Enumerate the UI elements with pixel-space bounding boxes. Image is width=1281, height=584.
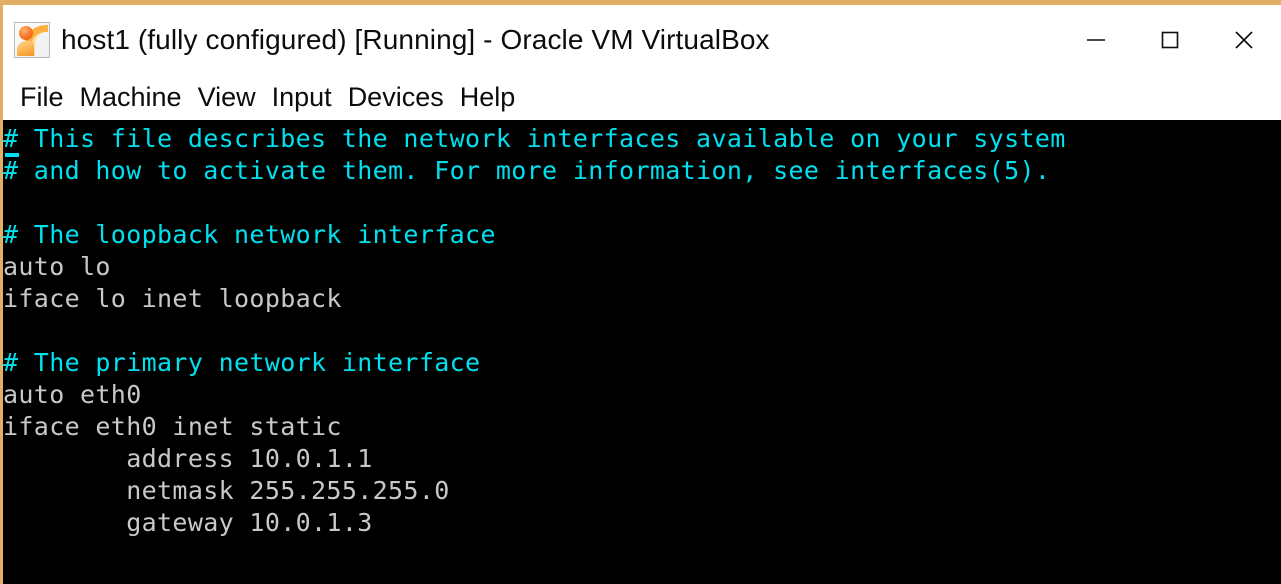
window-title: host1 (fully configured) [Running] - Ora… bbox=[61, 23, 770, 55]
terminal-line: netmask 255.255.255.0 bbox=[3, 476, 450, 505]
virtualbox-vm-window: host1 (fully configured) [Running] - Ora… bbox=[0, 0, 1281, 584]
menu-bar: File Machine View Input Devices Help bbox=[3, 74, 1281, 120]
menu-item-file[interactable]: File bbox=[12, 83, 72, 111]
menu-item-input[interactable]: Input bbox=[264, 83, 340, 111]
terminal-line: # The loopback network interface bbox=[3, 220, 496, 249]
close-icon bbox=[1235, 30, 1253, 49]
virtualbox-icon-body bbox=[17, 40, 34, 56]
terminal-line: # This file describes the network interf… bbox=[3, 124, 1066, 153]
terminal-line: # The primary network interface bbox=[3, 348, 481, 377]
terminal-line: # and how to activate them. For more inf… bbox=[3, 156, 1051, 185]
menu-item-view[interactable]: View bbox=[190, 83, 264, 111]
maximize-button[interactable] bbox=[1133, 5, 1207, 74]
menu-item-machine[interactable]: Machine bbox=[72, 83, 190, 111]
terminal-output: # This file describes the network interf… bbox=[3, 123, 1066, 539]
terminal-line: iface eth0 inet static bbox=[3, 412, 342, 441]
close-button[interactable] bbox=[1207, 5, 1281, 74]
minimize-icon bbox=[1087, 38, 1105, 41]
terminal-partial-glyph-text: ~ bbox=[6, 574, 20, 583]
terminal-line: iface lo inet loopback bbox=[3, 284, 342, 313]
menu-item-devices[interactable]: Devices bbox=[340, 83, 452, 111]
terminal-line: address 10.0.1.1 bbox=[3, 444, 373, 473]
terminal-partial-glyph: ~ bbox=[6, 574, 20, 583]
virtualbox-icon-head bbox=[19, 25, 33, 40]
menu-item-help[interactable]: Help bbox=[452, 83, 524, 111]
window-controls bbox=[1059, 5, 1281, 74]
title-bar[interactable]: host1 (fully configured) [Running] - Ora… bbox=[3, 5, 1281, 74]
terminal-line: auto lo bbox=[3, 252, 111, 281]
terminal-line: gateway 10.0.1.3 bbox=[3, 508, 373, 537]
guest-os-screen[interactable]: # This file describes the network interf… bbox=[3, 120, 1281, 584]
terminal-cursor bbox=[5, 153, 19, 157]
virtualbox-icon bbox=[14, 21, 50, 58]
maximize-icon bbox=[1161, 31, 1179, 48]
minimize-button[interactable] bbox=[1059, 5, 1133, 74]
terminal-line: auto eth0 bbox=[3, 380, 142, 409]
